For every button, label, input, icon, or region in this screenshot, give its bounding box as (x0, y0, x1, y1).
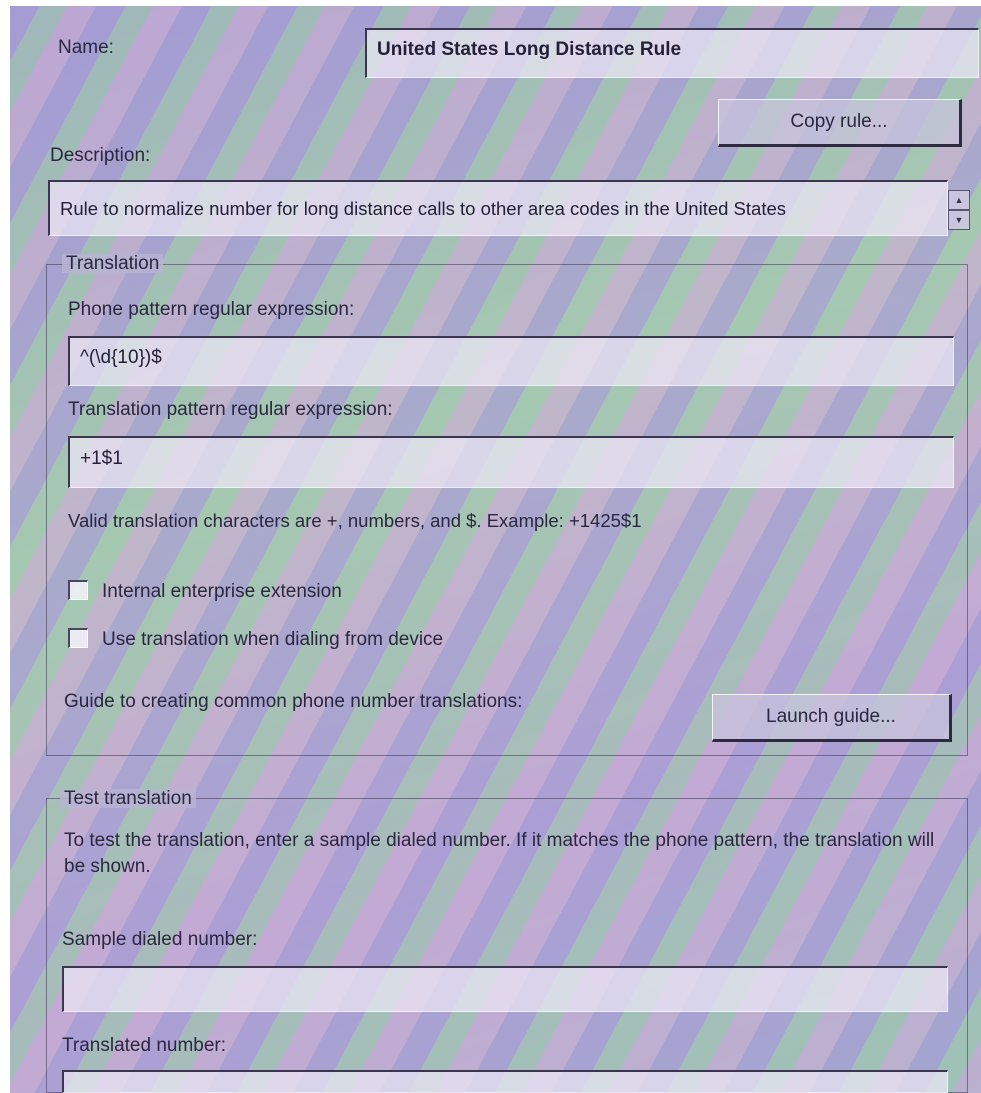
description-input[interactable]: Rule to normalize number for long distan… (48, 180, 948, 236)
translation-legend: Translation (62, 254, 164, 273)
name-label: Name: (58, 37, 114, 58)
guide-label: Guide to creating common phone number tr… (64, 691, 523, 712)
test-instructions: To test the translation, enter a sample … (64, 830, 935, 877)
internal-extension-label: Internal enterprise extension (102, 581, 342, 602)
description-scrollbar[interactable]: ▲ ▼ (948, 190, 972, 234)
use-translation-label: Use translation when dialing from device (102, 629, 444, 650)
screen: Name: United States Long Distance Rule C… (0, 0, 981, 1093)
triangle-down-icon[interactable]: ▼ (948, 210, 970, 230)
triangle-up-icon[interactable]: ▲ (948, 190, 970, 210)
internal-extension-checkbox[interactable] (68, 580, 88, 600)
launch-guide-button[interactable]: Launch guide... (712, 694, 952, 742)
sample-number-label: Sample dialed number: (62, 929, 258, 950)
use-translation-checkbox[interactable] (68, 628, 88, 648)
description-label: Description: (50, 145, 151, 166)
copy-rule-button[interactable]: Copy rule... (718, 99, 962, 147)
translation-pattern-input[interactable]: +1$1 (68, 436, 954, 488)
translation-help-text: Valid translation characters are +, numb… (68, 510, 642, 531)
sample-number-input[interactable] (62, 966, 948, 1012)
translated-number-output (62, 1070, 948, 1093)
phone-pattern-input[interactable]: ^(\d{10})$ (68, 336, 954, 386)
phone-pattern-label: Phone pattern regular expression: (68, 299, 355, 320)
translation-pattern-label: Translation pattern regular expression: (68, 399, 393, 420)
translated-number-label: Translated number: (62, 1035, 227, 1056)
test-translation-legend: Test translation (60, 789, 196, 808)
name-input[interactable]: United States Long Distance Rule (365, 28, 979, 78)
